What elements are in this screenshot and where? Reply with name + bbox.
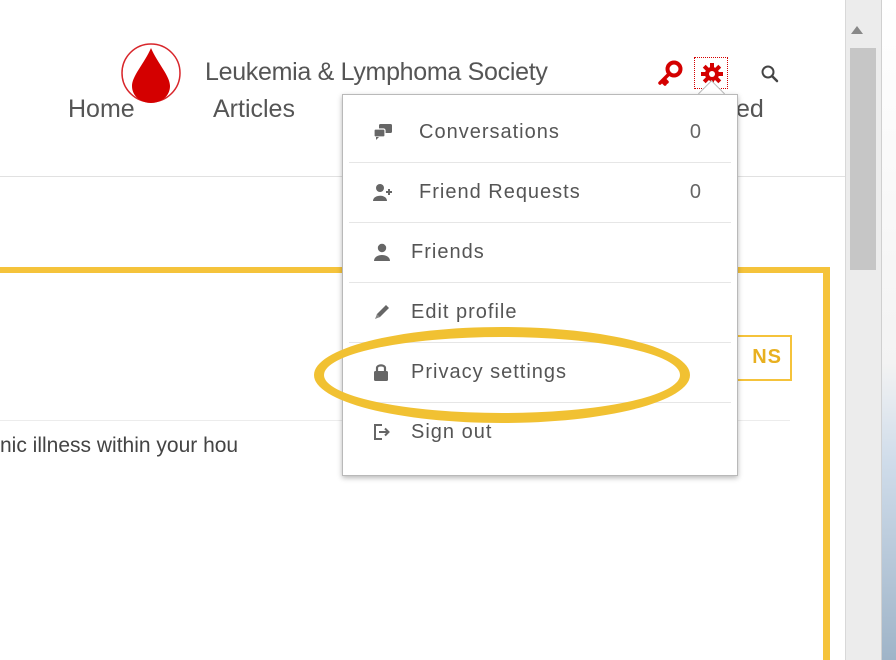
nav-home[interactable]: Home (68, 95, 135, 124)
add-friend-icon (373, 183, 392, 201)
scrollbar-thumb[interactable] (850, 48, 876, 270)
conversations-count: 0 (689, 121, 701, 143)
content-text: nic illness within your hou (0, 434, 239, 457)
site-title[interactable]: Leukemia & Lymphoma Society (205, 58, 548, 87)
person-icon (373, 243, 391, 261)
menu-item-conversations[interactable]: Conversations 0 (349, 103, 731, 163)
menu-item-label: Edit profile (411, 301, 518, 323)
sign-out-icon (373, 423, 391, 441)
conversations-icon (373, 123, 392, 141)
options-button-label: NS (752, 346, 782, 368)
content-panel-border-right (823, 267, 830, 660)
nav-articles[interactable]: Articles (213, 95, 295, 124)
highlight-circle (314, 327, 690, 423)
menu-item-label: Sign out (411, 421, 493, 443)
scroll-up-arrow-icon[interactable] (851, 26, 863, 34)
options-button[interactable]: NS (736, 335, 792, 381)
nav-item-partial[interactable]: ed (736, 95, 764, 124)
menu-item-label: Friends (411, 241, 485, 263)
friend-requests-count: 0 (689, 181, 701, 203)
menu-item-friends[interactable]: Friends (349, 223, 731, 283)
key-icon[interactable] (656, 60, 684, 88)
menu-item-friend-requests[interactable]: Friend Requests 0 (349, 163, 731, 223)
search-icon[interactable] (760, 64, 780, 84)
window-edge (881, 0, 896, 660)
pencil-icon (373, 303, 391, 321)
menu-item-label: Friend Requests (419, 181, 581, 203)
menu-item-label: Conversations (419, 121, 560, 143)
